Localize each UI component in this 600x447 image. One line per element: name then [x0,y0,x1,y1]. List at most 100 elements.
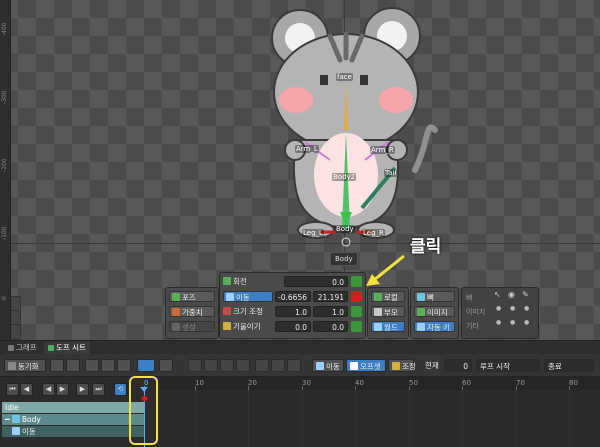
bottom-tab-bar: 그래프 도프 시트 [0,340,600,354]
animation-row[interactable]: Idle [2,402,145,413]
grid-line [355,390,356,447]
offset-icon [350,362,358,370]
select-tool-icon[interactable] [188,359,202,372]
rotate-key-button[interactable] [351,276,362,287]
world-axis-button[interactable]: 월드 [371,321,405,332]
toggle-dot[interactable]: ● [496,319,501,326]
rotate-field[interactable]: 0.0 [284,276,348,287]
local-axis-button[interactable]: 로컬 [371,291,405,302]
scale-key-button[interactable] [351,306,362,317]
bezier-icon[interactable] [287,359,301,372]
bone-button[interactable]: 뼈 [414,291,455,302]
select-cursor-icon[interactable]: ↖ [494,290,501,299]
scale-x-field[interactable]: 1.0 [275,306,311,317]
lock-icon[interactable]: ✎ [522,290,529,299]
translate-label[interactable]: 이동 [223,291,273,302]
move-button[interactable]: 이동 [312,359,344,372]
grid-line [248,390,249,447]
bone-label-leg-l[interactable]: Leg_L [302,229,324,237]
translate-x-field[interactable]: -0.6656 [275,291,311,302]
bone-label-tail[interactable]: Tail [384,169,398,177]
toggle-dot[interactable]: ● [524,319,529,326]
create-button[interactable]: 생성 [169,321,215,332]
shear-y-field[interactable]: 0.0 [313,321,348,332]
repeat-icon[interactable]: ⟲ [114,383,127,396]
grid-line [409,390,410,447]
skip-start-icon[interactable]: ⏮ [6,383,19,396]
tab-dopesheet[interactable]: 도프 시트 [44,342,90,354]
delete-key-icon[interactable] [220,359,234,372]
bone-label-leg-r[interactable]: Leg_R [362,229,385,237]
visibility-bone-label: 뼈 [466,294,473,302]
play-icon[interactable]: ▶ [56,383,69,396]
translate-icon [12,427,20,435]
curve-icon[interactable] [159,359,173,372]
bone-label-arm-l[interactable]: Arm_L [295,145,319,153]
toggle-dot[interactable]: ● [510,305,515,312]
ease-icon[interactable] [271,359,285,372]
step-icon[interactable] [255,359,269,372]
toggle-dot[interactable]: ● [496,305,501,312]
sync-icon [8,362,16,370]
end-frame-field[interactable]: 종료 [544,359,594,372]
step-forward-icon[interactable]: ▶ [76,383,89,396]
offset-button[interactable]: 오프셋 [346,359,386,372]
loop-start-field[interactable]: 루프 시작 [476,359,540,372]
translate-key-button[interactable] [351,291,362,302]
play-reverse-icon[interactable]: ◀ [42,383,55,396]
filter-icon[interactable] [85,359,99,372]
frame-label: 20 [248,379,257,387]
trash-icon[interactable] [236,359,250,372]
bone-label-face[interactable]: face [336,73,353,81]
paste-icon[interactable] [66,359,80,372]
parent-axis-button[interactable]: 부모 [371,306,405,317]
adjust-button[interactable]: 조정 [388,359,416,372]
bone-icon [417,293,425,301]
autokey-button[interactable]: 자동 키 [414,321,455,332]
loop-icon[interactable] [117,359,131,372]
image-icon [417,308,425,316]
grid-line [516,390,517,447]
copy-icon[interactable] [50,359,64,372]
channel-row[interactable]: 이동 [2,426,145,437]
skip-end-icon[interactable]: ⏭ [92,383,105,396]
toggle-dot[interactable]: ● [524,305,529,312]
axis-panel: 로컬 부모 월드 [367,287,409,339]
lock-keys-icon[interactable] [101,359,115,372]
sync-button[interactable]: 동기화 [4,359,46,372]
bone-row[interactable]: ━ Body [2,414,145,425]
shear-key-button[interactable] [351,321,362,332]
frame-label: 60 [462,379,471,387]
translate-y-field[interactable]: 21.191 [313,291,348,302]
ruler-tick: -200 [1,158,8,172]
bone-label-body[interactable]: Body [335,225,355,233]
bone-label-arm-r[interactable]: Arm_R [370,146,395,154]
toggle-dot[interactable]: ● [510,319,515,326]
eye-icon[interactable]: ◉ [508,290,515,299]
current-frame-field[interactable]: 0 [444,359,472,372]
vertical-ruler: -400 -300 -200 -100 0 [0,0,11,340]
step-back-icon[interactable]: ◀ [20,383,33,396]
weights-button[interactable]: 가중치 [169,306,215,317]
key-mode-icon[interactable] [137,359,155,372]
scale-y-field[interactable]: 1.0 [313,306,348,317]
collapse-icon[interactable]: ━ [5,415,10,424]
bone-label-body2[interactable]: Body2 [332,173,357,181]
bone-icon [11,415,20,423]
frame-ruler[interactable]: 0 10 20 30 40 50 60 70 80 [144,377,600,390]
frame-label: 70 [516,379,525,387]
grid-line [569,390,570,447]
character-mouse-illustration [271,7,438,247]
image-button[interactable]: 이미지 [414,306,455,317]
current-frame-label: 현재 [425,361,439,370]
ruler-tick: -100 [1,226,8,240]
grid-line [195,390,196,447]
shear-x-field[interactable]: 0.0 [275,321,311,332]
local-axis-icon [374,293,382,301]
pose-button[interactable]: 포즈 [169,291,215,302]
grid-line [462,390,463,447]
bone-tooltip: Body [330,252,358,266]
tab-graph[interactable]: 그래프 [4,342,41,354]
annotation-arrow-icon [366,254,405,286]
insert-key-icon[interactable] [204,359,218,372]
